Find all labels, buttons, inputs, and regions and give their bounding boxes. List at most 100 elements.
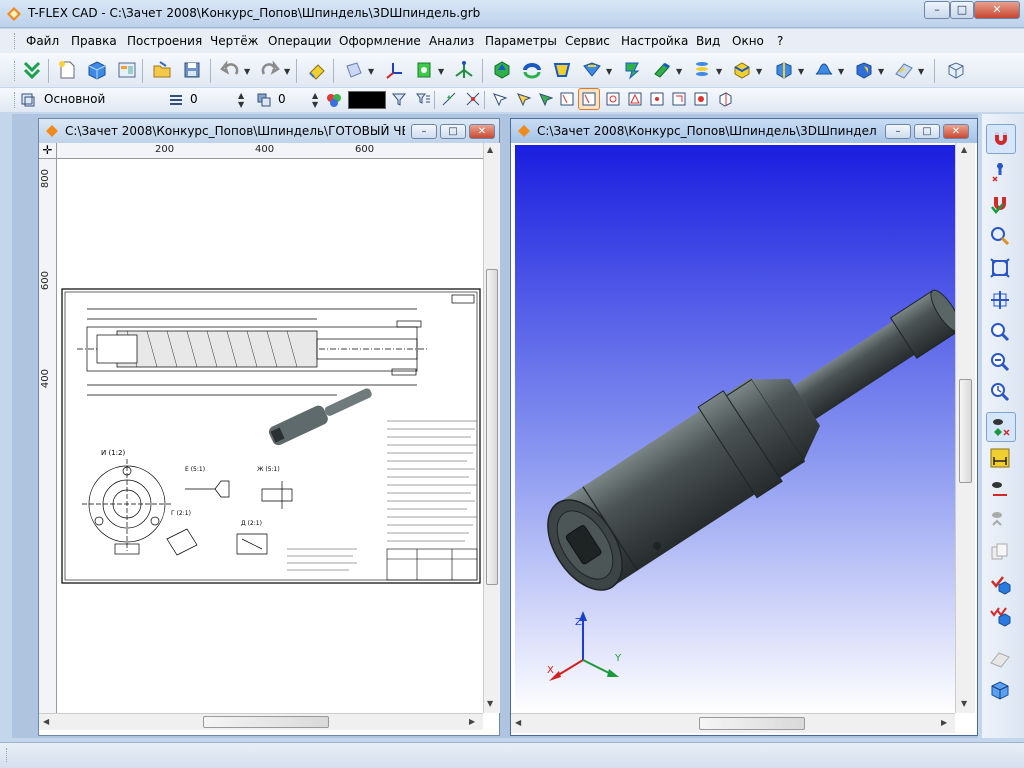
- menu-view[interactable]: Вид: [696, 34, 720, 48]
- drawing-minimize-button[interactable]: –: [411, 124, 437, 139]
- loft-icon[interactable]: [580, 58, 604, 82]
- menu-edit[interactable]: Правка: [71, 34, 117, 48]
- surface-dropdown-icon[interactable]: ▼: [838, 67, 844, 76]
- menu-service[interactable]: Сервис: [565, 34, 610, 48]
- undo-dropdown-icon[interactable]: ▼: [244, 67, 250, 76]
- zoom-out-icon[interactable]: [986, 348, 1016, 378]
- check-all-icon[interactable]: [986, 602, 1016, 632]
- axis-icon[interactable]: [452, 58, 476, 82]
- scroll-right-icon[interactable]: ▶: [941, 718, 947, 727]
- drawing-vertical-scrollbar[interactable]: ▲ ▼: [483, 143, 500, 713]
- menu-formatting[interactable]: Оформление: [339, 34, 421, 48]
- menu-help[interactable]: ?: [777, 34, 783, 48]
- pipe-dropdown-icon[interactable]: ▼: [676, 67, 682, 76]
- menu-drawing[interactable]: Чертёж: [210, 34, 258, 48]
- toolbar-grip[interactable]: [14, 61, 17, 81]
- snap-check-icon[interactable]: [986, 190, 1016, 220]
- show-constructions-icon[interactable]: [986, 476, 1016, 506]
- snap-magnet-icon[interactable]: [986, 124, 1016, 154]
- snap-edge-icon[interactable]: [462, 88, 484, 110]
- color-swatch[interactable]: [348, 91, 386, 109]
- level-field[interactable]: 0: [186, 90, 232, 110]
- minimize-button[interactable]: –: [924, 1, 950, 19]
- workplane-dropdown-icon[interactable]: ▼: [368, 67, 374, 76]
- boolean-icon[interactable]: [730, 58, 754, 82]
- workplane-icon[interactable]: [342, 58, 366, 82]
- snap-pin-icon[interactable]: [986, 158, 1016, 188]
- new-3d-icon[interactable]: [85, 58, 109, 82]
- select-face-icon[interactable]: [534, 88, 556, 110]
- scroll-left-icon[interactable]: ◀: [43, 717, 49, 726]
- open-file-icon[interactable]: [150, 58, 174, 82]
- save-file-icon[interactable]: [180, 58, 204, 82]
- section-plane-icon[interactable]: [986, 644, 1016, 674]
- level-spinner[interactable]: ▲ ▼: [238, 91, 244, 109]
- snap-node-icon[interactable]: [438, 88, 460, 110]
- lcs-icon[interactable]: [382, 58, 406, 82]
- select-contour-icon[interactable]: [624, 88, 646, 110]
- menu-construct[interactable]: Построения: [127, 34, 202, 48]
- scroll-up-icon[interactable]: ▲: [487, 145, 493, 154]
- 3d-viewport[interactable]: Z X Y: [515, 145, 955, 713]
- filter-list-icon[interactable]: [412, 88, 434, 110]
- maximize-button[interactable]: □: [950, 1, 974, 19]
- shell-dropdown-icon[interactable]: ▼: [878, 67, 884, 76]
- confirm-icon[interactable]: [20, 58, 44, 82]
- new-drawing-icon[interactable]: [115, 58, 139, 82]
- undo-icon[interactable]: [218, 58, 242, 82]
- close-button[interactable]: ✕: [974, 1, 1020, 19]
- scroll-down-icon[interactable]: ▼: [487, 699, 493, 708]
- surface-icon[interactable]: [812, 58, 836, 82]
- show-hidden-icon[interactable]: [986, 506, 1016, 536]
- model-vertical-scrollbar[interactable]: ▲ ▼: [955, 143, 975, 713]
- drawing-close-button[interactable]: ✕: [469, 124, 495, 139]
- ruler-origin-icon[interactable]: ✛: [39, 143, 57, 159]
- select-all-icon[interactable]: [714, 88, 736, 110]
- show-dimensions-icon[interactable]: [986, 444, 1016, 474]
- drawing-window-titlebar[interactable]: C:\Зачет 2008\Конкурс_Попов\Шпиндель\ГОТ…: [39, 119, 499, 143]
- model-hscroll-thumb[interactable]: [699, 717, 805, 730]
- eraser-icon[interactable]: [305, 58, 329, 82]
- filter-icon[interactable]: [388, 88, 410, 110]
- scroll-down-icon[interactable]: ▼: [961, 699, 967, 708]
- model-close-button[interactable]: ✕: [943, 124, 969, 139]
- model-horizontal-scrollbar[interactable]: ◀ ▶: [511, 713, 955, 733]
- sheet-metal-dropdown-icon[interactable]: ▼: [918, 67, 924, 76]
- menu-window[interactable]: Окно: [732, 34, 764, 48]
- zoom-in-icon[interactable]: [986, 318, 1016, 348]
- spring-icon[interactable]: [690, 58, 714, 82]
- rotate-icon[interactable]: [520, 58, 544, 82]
- fillet-icon[interactable]: [772, 58, 796, 82]
- layer-select[interactable]: Основной: [40, 90, 164, 110]
- show-points-icon[interactable]: [986, 412, 1016, 442]
- pipe-icon[interactable]: [650, 58, 674, 82]
- view-cube-icon[interactable]: [986, 676, 1016, 706]
- loft-dropdown-icon[interactable]: ▼: [606, 67, 612, 76]
- zoom-previous-icon[interactable]: [986, 378, 1016, 408]
- select-axis-icon[interactable]: [646, 88, 668, 110]
- drawing-sheet[interactable]: И (1:2) Е (5:1) Ж (5:1) Г (2:1) Д (2:1): [57, 159, 483, 713]
- menu-grip[interactable]: [14, 33, 17, 49]
- redo-dropdown-icon[interactable]: ▼: [284, 67, 290, 76]
- sheet-metal-icon[interactable]: [892, 58, 916, 82]
- spring-dropdown-icon[interactable]: ▼: [716, 67, 722, 76]
- select-vertex-icon[interactable]: [488, 88, 510, 110]
- scroll-left-icon[interactable]: ◀: [515, 718, 521, 727]
- drawing-vscroll-thumb[interactable]: [486, 269, 498, 585]
- zoom-all-icon[interactable]: [986, 286, 1016, 316]
- select-point-icon[interactable]: [690, 88, 712, 110]
- model-maximize-button[interactable]: □: [914, 124, 940, 139]
- model-vscroll-thumb[interactable]: [959, 379, 972, 483]
- scroll-up-icon[interactable]: ▲: [961, 145, 967, 154]
- priority-field[interactable]: 0: [274, 90, 310, 110]
- cube-view-icon[interactable]: [944, 58, 968, 82]
- select-lcs-icon[interactable]: [668, 88, 690, 110]
- model-window-titlebar[interactable]: C:\Зачет 2008\Конкурс_Попов\Шпиндель\3DШ…: [511, 119, 977, 143]
- select-operation-icon[interactable]: [578, 88, 600, 110]
- menu-settings[interactable]: Настройка: [621, 34, 688, 48]
- redo-icon[interactable]: [258, 58, 282, 82]
- toolbar2-grip[interactable]: [14, 92, 17, 108]
- scroll-right-icon[interactable]: ▶: [469, 717, 475, 726]
- menu-analysis[interactable]: Анализ: [429, 34, 474, 48]
- spiral-icon[interactable]: [620, 58, 644, 82]
